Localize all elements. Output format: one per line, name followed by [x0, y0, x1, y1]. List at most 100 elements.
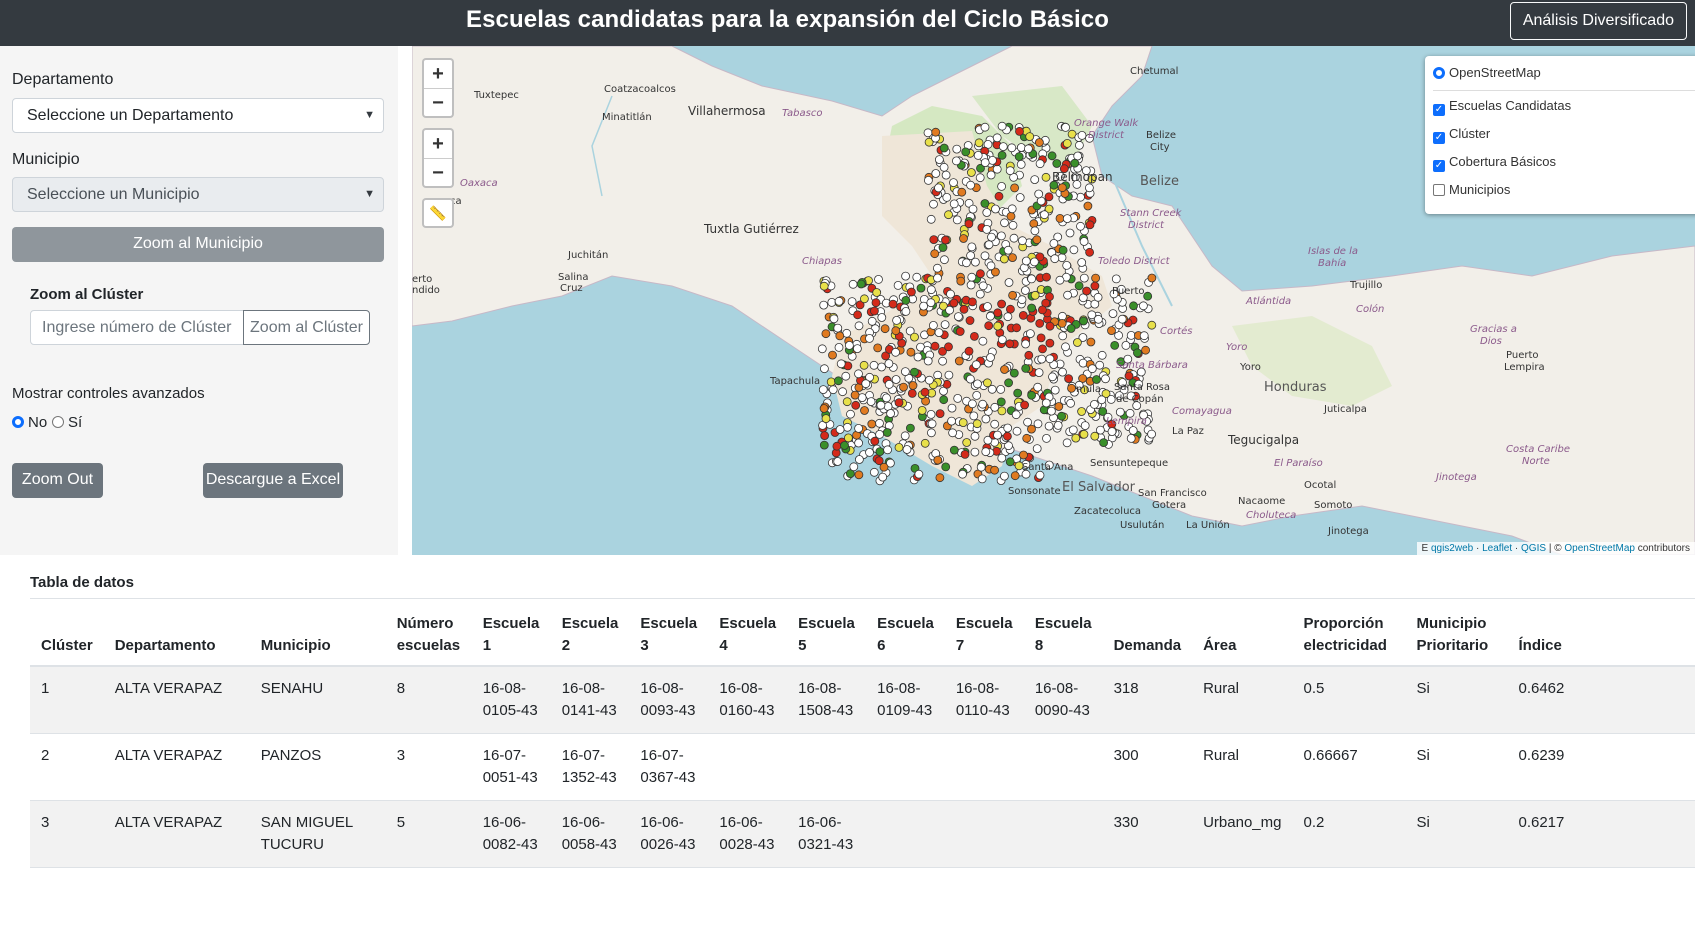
school-marker[interactable]: [965, 316, 975, 325]
school-marker[interactable]: [927, 419, 937, 429]
school-marker[interactable]: [933, 263, 942, 273]
school-marker[interactable]: [935, 473, 945, 483]
school-marker[interactable]: [942, 192, 952, 202]
school-marker[interactable]: [865, 333, 874, 343]
school-marker[interactable]: [1004, 378, 1013, 388]
map-view[interactable]: Chetumal Tuxtepec Coatzacoalcos Minatitl…: [412, 46, 1695, 555]
school-marker[interactable]: [938, 356, 947, 366]
school-marker[interactable]: [1006, 211, 1016, 221]
osm-link[interactable]: OpenStreetMap: [1564, 543, 1635, 554]
school-marker[interactable]: [819, 300, 829, 310]
school-marker[interactable]: [966, 374, 975, 384]
school-marker[interactable]: [978, 281, 988, 291]
school-marker[interactable]: [930, 249, 940, 259]
school-marker[interactable]: [842, 422, 852, 432]
school-marker[interactable]: [883, 445, 893, 455]
school-marker[interactable]: [955, 327, 965, 336]
measure-ruler-icon[interactable]: 📏: [422, 198, 454, 228]
school-marker[interactable]: [990, 465, 999, 475]
school-marker[interactable]: [993, 308, 1003, 318]
school-marker[interactable]: [859, 360, 869, 370]
school-marker[interactable]: [1070, 158, 1080, 168]
table-row[interactable]: 3 ALTA VERAPAZ SAN MIGUEL TUCURU 5 16-06-008…: [30, 800, 1695, 868]
school-marker[interactable]: [1083, 201, 1093, 211]
school-marker[interactable]: [959, 234, 968, 243]
school-marker[interactable]: [1020, 400, 1029, 410]
school-marker[interactable]: [926, 285, 936, 295]
school-marker[interactable]: [1073, 338, 1082, 347]
school-marker[interactable]: [1003, 423, 1013, 433]
school-marker[interactable]: [1025, 132, 1035, 141]
school-marker[interactable]: [992, 133, 1002, 143]
school-marker[interactable]: [1062, 260, 1072, 270]
school-marker[interactable]: [1090, 281, 1100, 291]
school-marker[interactable]: [952, 215, 962, 225]
school-marker[interactable]: [1007, 204, 1017, 214]
school-marker[interactable]: [1021, 363, 1031, 373]
school-marker[interactable]: [1021, 339, 1030, 349]
zoom-out-map-button[interactable]: −: [424, 158, 452, 186]
col-header[interactable]: Índice: [1507, 602, 1695, 667]
school-marker[interactable]: [1064, 374, 1073, 384]
school-marker[interactable]: [1110, 340, 1120, 350]
school-marker[interactable]: [906, 287, 916, 297]
school-marker[interactable]: [834, 296, 844, 306]
radio-si[interactable]: [52, 416, 64, 428]
school-marker[interactable]: [1000, 471, 1009, 481]
school-marker[interactable]: [1107, 326, 1116, 336]
school-marker[interactable]: [1129, 301, 1138, 311]
school-marker[interactable]: [925, 375, 934, 385]
school-marker[interactable]: [1079, 316, 1088, 326]
school-marker[interactable]: [899, 382, 908, 392]
school-marker[interactable]: [1053, 420, 1063, 430]
col-header[interactable]: Número escuelas: [385, 602, 472, 667]
col-header[interactable]: Escuela 8: [1023, 602, 1103, 667]
school-marker[interactable]: [853, 310, 863, 320]
school-marker[interactable]: [866, 397, 876, 407]
school-marker[interactable]: [1011, 410, 1021, 420]
school-marker[interactable]: [949, 298, 959, 308]
school-marker[interactable]: [952, 144, 962, 154]
school-marker[interactable]: [871, 298, 881, 308]
school-marker[interactable]: [982, 224, 992, 234]
school-marker[interactable]: [949, 445, 959, 455]
school-marker[interactable]: [997, 299, 1006, 309]
departamento-select[interactable]: Seleccione un Departamento ▼: [12, 98, 384, 133]
school-marker[interactable]: [966, 180, 975, 190]
school-marker[interactable]: [970, 447, 980, 457]
qgis2web-link[interactable]: qgis2web: [1431, 543, 1473, 554]
school-marker[interactable]: [1045, 338, 1055, 348]
school-marker[interactable]: [833, 323, 843, 333]
school-marker[interactable]: [1030, 290, 1040, 300]
col-header[interactable]: Escuela 7: [944, 602, 1024, 667]
school-marker[interactable]: [1075, 140, 1084, 150]
school-marker[interactable]: [1071, 433, 1081, 443]
school-marker[interactable]: [1063, 290, 1072, 300]
school-marker[interactable]: [909, 367, 919, 377]
school-marker[interactable]: [984, 240, 994, 250]
school-marker[interactable]: [847, 297, 857, 307]
school-marker[interactable]: [886, 409, 896, 418]
school-marker[interactable]: [1126, 330, 1136, 340]
school-marker[interactable]: [877, 313, 887, 322]
school-marker[interactable]: [1062, 214, 1072, 224]
school-marker[interactable]: [906, 347, 916, 357]
school-marker[interactable]: [875, 429, 885, 439]
school-marker[interactable]: [1000, 218, 1009, 228]
zoom-in-button[interactable]: +: [424, 60, 452, 88]
table-row[interactable]: 1 ALTA VERAPAZ SENAHU 8 16-08-0105-43 16-08-0…: [30, 666, 1695, 734]
school-marker[interactable]: [882, 393, 891, 403]
school-marker[interactable]: [1101, 374, 1110, 384]
school-marker[interactable]: [935, 155, 944, 164]
school-marker[interactable]: [1003, 312, 1013, 322]
school-marker[interactable]: [1057, 253, 1067, 263]
school-marker[interactable]: [923, 128, 933, 138]
school-marker[interactable]: [888, 299, 898, 309]
school-marker[interactable]: [1041, 398, 1051, 408]
school-marker[interactable]: [998, 142, 1008, 151]
school-marker[interactable]: [944, 210, 953, 220]
school-marker[interactable]: [1018, 236, 1027, 246]
school-marker[interactable]: [1030, 175, 1040, 185]
school-marker[interactable]: [1076, 192, 1085, 202]
qgis-link[interactable]: QGIS: [1521, 543, 1546, 554]
